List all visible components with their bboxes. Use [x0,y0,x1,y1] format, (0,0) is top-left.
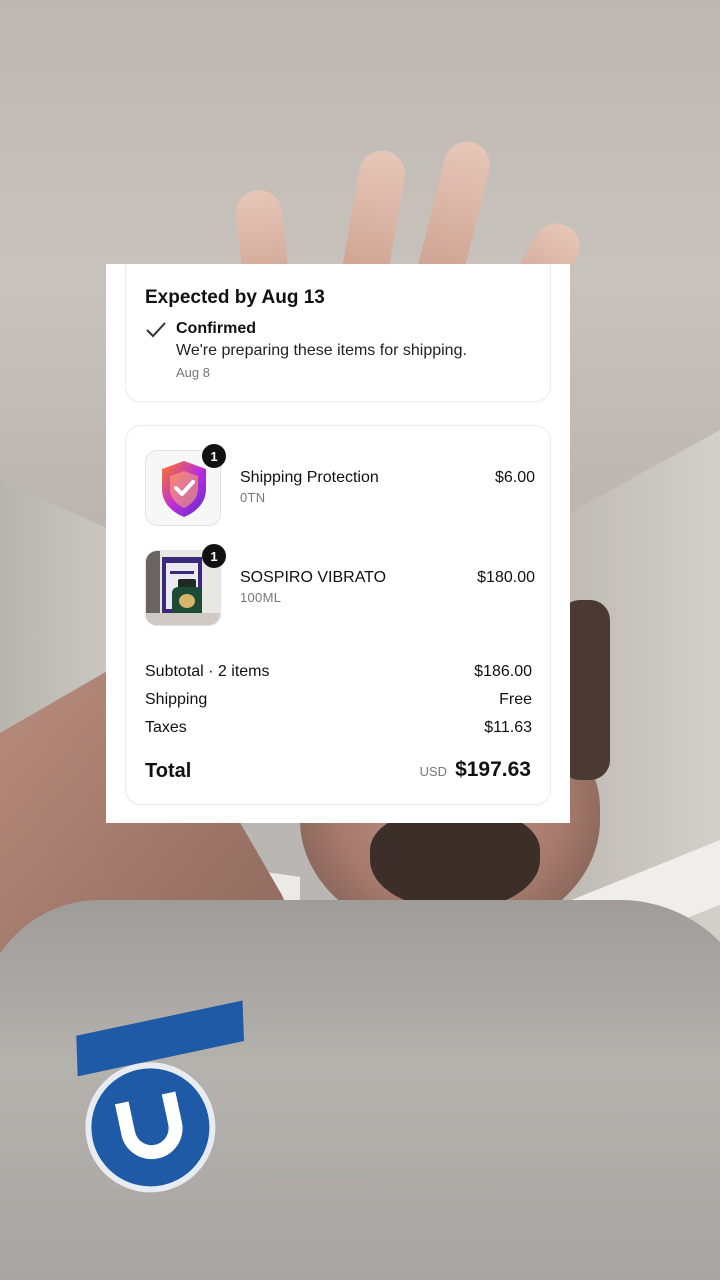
status-title: Confirmed [176,320,256,337]
line-item[interactable]: 1 SOSPIRO VIBRATO 100ML $180.00 [145,544,535,628]
subtotal-row: Subtotal · 2 items $186.00 [145,663,532,681]
item-variant: 0TN [240,490,266,505]
order-items-card: 1 Shipping Protection 0TN $6.00 1 SOSPIR… [125,425,551,805]
status-description: We're preparing these items for shipping… [176,342,467,359]
expected-delivery: Expected by Aug 13 [145,287,325,308]
shirt-logo [53,1000,266,1216]
checkmark-icon [146,322,166,338]
order-status-card: Expected by Aug 13 Confirmed We're prepa… [125,264,551,402]
total-currency: USD [419,764,448,779]
item-price: $180.00 [477,569,535,586]
item-variant: 100ML [240,590,282,605]
line-item[interactable]: 1 Shipping Protection 0TN $6.00 [145,444,535,528]
status-date: Aug 8 [176,365,210,380]
item-price: $6.00 [494,469,535,486]
order-summary-overlay: Expected by Aug 13 Confirmed We're prepa… [106,264,570,823]
subtotal-label: Subtotal · 2 items [145,663,270,680]
taxes-row: Taxes $11.63 [145,719,532,737]
shipping-row: Shipping Free [145,691,532,709]
beard [370,810,540,910]
subtotal-value: $186.00 [474,663,532,680]
taxes-label: Taxes [145,719,187,736]
total-value: $197.63 [455,758,531,781]
total-label: Total [145,760,192,782]
quantity-badge: 1 [202,544,226,568]
item-name: SOSPIRO VIBRATO [240,569,387,586]
total-amount-group: USD $197.63 [420,758,531,782]
shipping-value: Free [499,691,532,708]
taxes-value: $11.63 [484,719,532,736]
item-name: Shipping Protection [240,469,379,486]
quantity-badge: 1 [202,444,226,468]
shipping-label: Shipping [145,691,208,708]
